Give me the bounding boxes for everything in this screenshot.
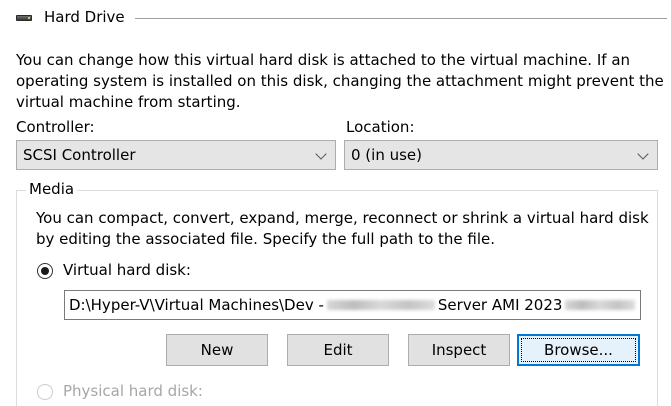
location-selected-value: 0 (in use) <box>351 146 423 164</box>
controller-dropdown[interactable]: SCSI Controller <box>16 140 336 170</box>
path-prefix-text: D:\Hyper-V\Virtual Machines\Dev - <box>69 296 324 314</box>
location-label: Location: <box>346 118 415 136</box>
controller-selected-value: SCSI Controller <box>23 146 136 164</box>
chevron-down-icon <box>315 148 327 160</box>
focus-rectangle <box>521 338 636 362</box>
redacted-path-segment <box>326 300 435 310</box>
media-line: You can compact, convert, expand, merge,… <box>36 209 649 227</box>
new-button[interactable]: New <box>166 334 268 366</box>
intro-line: You can change how this virtual hard dis… <box>16 51 631 69</box>
intro-line: operating system is installed on this di… <box>16 72 664 90</box>
physical-hard-disk-radio[interactable] <box>37 384 53 400</box>
controller-label: Controller: <box>16 118 95 136</box>
redacted-path-segment <box>565 300 636 310</box>
edit-button[interactable]: Edit <box>287 334 389 366</box>
inspect-button[interactable]: Inspect <box>408 334 510 366</box>
media-group-title: Media <box>26 180 78 198</box>
intro-description: You can change how this virtual hard dis… <box>16 50 664 113</box>
section-divider <box>134 17 667 19</box>
section-title: Hard Drive <box>44 8 125 26</box>
hard-drive-settings-panel: Hard Drive You can change how this virtu… <box>0 0 671 406</box>
intro-line: virtual machine from starting. <box>16 93 241 111</box>
location-dropdown[interactable]: 0 (in use) <box>344 140 658 170</box>
virtual-hard-disk-radio[interactable] <box>37 263 53 279</box>
media-description: You can compact, convert, expand, merge,… <box>36 208 649 250</box>
browse-button[interactable]: Browse... <box>517 334 640 366</box>
media-line: by editing the associated file. Specify … <box>36 230 496 248</box>
hard-drive-icon <box>16 13 32 22</box>
chevron-down-icon <box>637 148 649 160</box>
virtual-hard-disk-path-input[interactable]: D:\Hyper-V\Virtual Machines\Dev - Server… <box>64 290 641 320</box>
section-header: Hard Drive <box>16 6 667 28</box>
virtual-hard-disk-label: Virtual hard disk: <box>63 261 191 279</box>
physical-hard-disk-label: Physical hard disk: <box>63 382 203 400</box>
path-middle-text: Server AMI 2023 <box>437 296 563 314</box>
